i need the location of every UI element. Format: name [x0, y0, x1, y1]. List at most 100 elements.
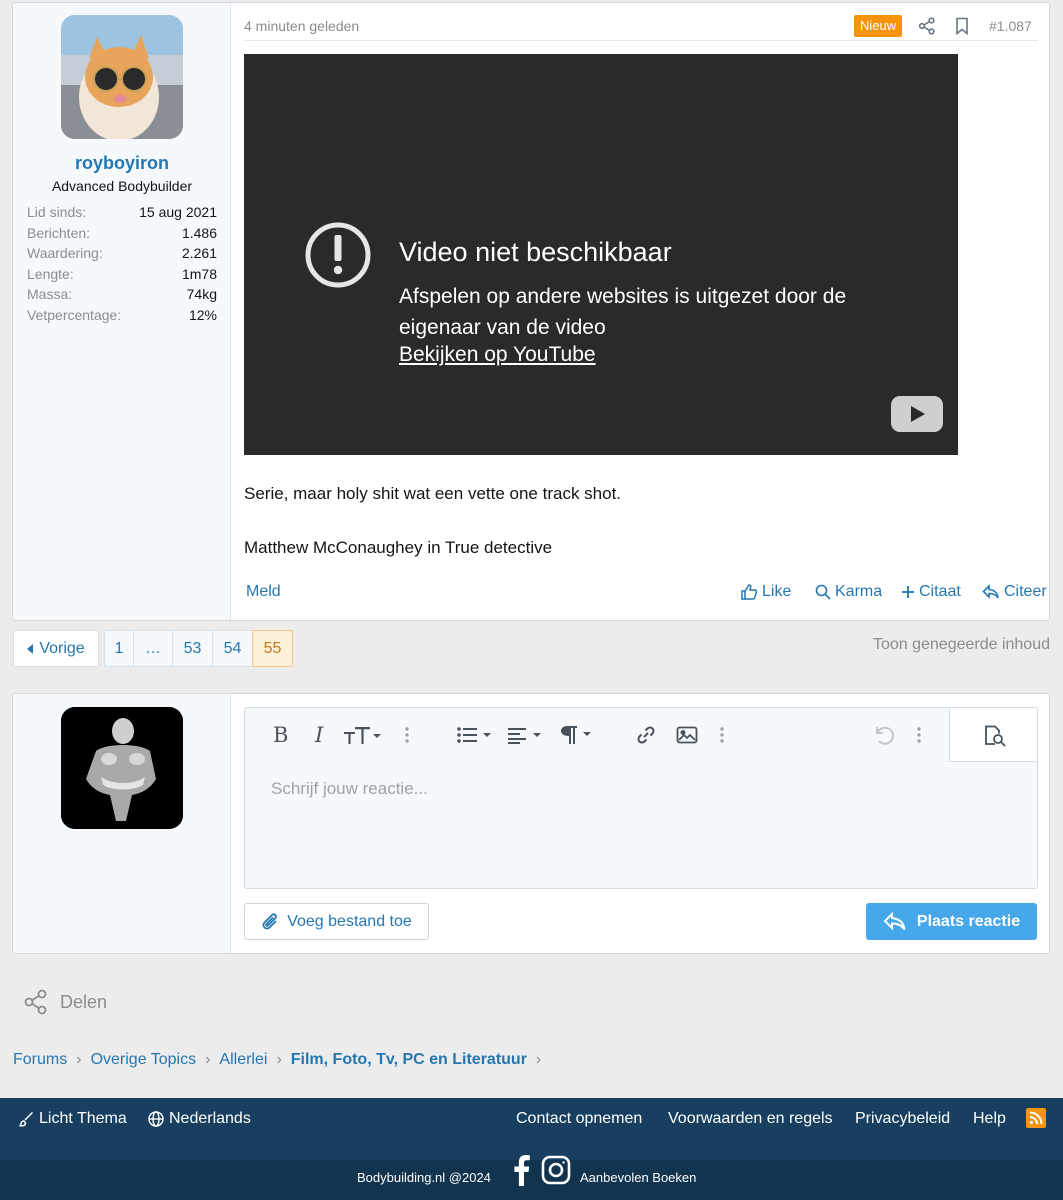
paperclip-icon: [262, 912, 278, 929]
show-ignored-link[interactable]: Toon genegeerde inhoud: [873, 636, 1050, 654]
footer-link-contact[interactable]: Contact opnemen: [516, 1110, 642, 1128]
warning-icon: [304, 221, 372, 289]
language-chooser[interactable]: Nederlands: [148, 1110, 251, 1128]
undo-button[interactable]: [872, 724, 894, 746]
post-content: 4 minuten geleden Nieuw #1.087 Video nie…: [232, 3, 1049, 620]
text-size-button[interactable]: [343, 724, 381, 746]
bold-button[interactable]: B: [273, 723, 288, 747]
facebook-icon[interactable]: [512, 1154, 530, 1191]
user-title: Advanced Bodybuilder: [51, 178, 193, 194]
footer-link-help[interactable]: Help: [973, 1110, 1006, 1128]
page-link[interactable]: 54: [212, 630, 253, 667]
theme-toggle[interactable]: Licht Thema: [18, 1110, 127, 1128]
footer-link-terms[interactable]: Voorwaarden en regels: [668, 1110, 833, 1128]
stat-row: Lid sinds: 15 aug 2021: [27, 202, 217, 223]
instagram-icon[interactable]: [541, 1155, 571, 1190]
align-button[interactable]: [508, 724, 544, 746]
stat-label: Massa:: [27, 286, 73, 302]
preview-button[interactable]: [949, 708, 1037, 762]
search-icon: [815, 584, 831, 600]
like-button[interactable]: Like: [740, 583, 791, 601]
chevron-right-icon: ›: [535, 1051, 542, 1068]
page-link[interactable]: 53: [172, 630, 213, 667]
page-ellipsis[interactable]: …: [133, 630, 173, 667]
user-avatar[interactable]: [61, 15, 183, 139]
link-button[interactable]: [635, 724, 657, 746]
more-options-icon[interactable]: [917, 724, 921, 746]
bookmark-icon[interactable]: [954, 17, 970, 36]
prev-label: Vorige: [39, 639, 85, 657]
rss-icon[interactable]: [1026, 1108, 1046, 1128]
link-icon: [637, 726, 655, 744]
stat-row: Lengte: 1m78: [27, 264, 217, 285]
breadcrumb-item[interactable]: Forums: [13, 1051, 67, 1069]
list-button[interactable]: [457, 724, 493, 746]
chevron-right-icon: ›: [276, 1051, 282, 1068]
video-embed[interactable]: Video niet beschikbaar Afspelen op ander…: [244, 54, 958, 455]
globe-icon: [148, 1111, 164, 1127]
breadcrumb-item[interactable]: Overige Topics: [91, 1051, 197, 1069]
recommended-books-link[interactable]: Aanbevolen Boeken: [580, 1170, 696, 1185]
post-reply-button[interactable]: Plaats reactie: [866, 903, 1037, 940]
italic-button[interactable]: I: [315, 723, 323, 747]
breadcrumb: Forums › Overige Topics › Allerlei › Fil…: [13, 1051, 550, 1069]
align-left-icon: [508, 728, 541, 744]
post-user-sidebar: royboyiron Advanced Bodybuilder Lid sind…: [13, 3, 231, 620]
share-link[interactable]: Delen: [24, 989, 107, 1015]
stat-value: 1.486: [181, 224, 217, 241]
current-user-avatar[interactable]: [61, 707, 183, 829]
stat-label: Vetpercentage:: [27, 306, 122, 323]
image-button[interactable]: [676, 724, 698, 746]
plus-icon: [902, 586, 914, 598]
language-label: Nederlands: [169, 1110, 251, 1127]
share-label: Delen: [60, 991, 108, 1012]
thumbs-up-icon: [741, 584, 758, 600]
undo-icon: [876, 726, 894, 745]
stat-label: Lid sinds:: [27, 204, 87, 220]
video-description: Afspelen op andere websites is uitgezet …: [399, 285, 847, 339]
reply-editor[interactable]: B I Schrijf jouw reactie...: [244, 707, 1038, 889]
youtube-play-icon[interactable]: [891, 396, 943, 432]
post-message-line: Matthew McConaughey in True detective: [244, 538, 553, 557]
reply-quote-button[interactable]: Citeer: [982, 583, 1047, 601]
more-options-icon[interactable]: [405, 724, 409, 746]
text-size-icon: [344, 727, 381, 744]
user-stats: Lid sinds: 15 aug 2021 Berichten: 1.486 Wa…: [27, 202, 217, 325]
breadcrumb-item-current[interactable]: Film, Foto, Tv, PC en Literatuur: [291, 1051, 527, 1069]
caret-left-icon: [27, 643, 34, 654]
youtube-link[interactable]: Bekijken op YouTube: [399, 343, 596, 367]
video-title: Video niet beschikbaar: [399, 237, 672, 267]
stat-value: 1m78: [181, 265, 217, 282]
reply-user-sidebar: [13, 694, 231, 953]
editor-toolbar: B I: [245, 708, 1037, 762]
post-message-line: Serie, maar holy shit wat een vette one …: [244, 484, 622, 503]
post-timestamp[interactable]: 4 minuten geleden: [244, 18, 359, 34]
quote-add-button[interactable]: Citaat: [901, 583, 961, 601]
attach-label: Voeg bestand toe: [287, 912, 412, 930]
copyright: Bodybuilding.nl @2024: [357, 1170, 491, 1185]
page-link[interactable]: 1: [104, 630, 134, 667]
more-options-icon[interactable]: [720, 724, 724, 746]
breadcrumb-item[interactable]: Allerlei: [219, 1051, 267, 1069]
footer-bottom: [0, 1160, 1063, 1200]
username-link[interactable]: royboyiron: [13, 153, 231, 174]
karma-button[interactable]: Karma: [815, 583, 882, 601]
chevron-right-icon: ›: [205, 1051, 211, 1068]
karma-label: Karma: [835, 583, 883, 600]
share-icon[interactable]: [918, 17, 936, 35]
footer-link-privacy[interactable]: Privacybeleid: [855, 1110, 950, 1128]
chevron-right-icon: ›: [76, 1051, 82, 1068]
pagination-prev-button[interactable]: Vorige: [13, 630, 99, 667]
post-reply-label: Plaats reactie: [916, 912, 1021, 930]
reply-quote-label: Citeer: [1004, 583, 1047, 600]
stat-value: 2.261: [181, 245, 217, 261]
paragraph-button[interactable]: [559, 724, 593, 746]
stat-row: Massa: 74kg: [27, 284, 217, 305]
post-number[interactable]: #1.087: [989, 18, 1032, 34]
attach-file-button[interactable]: Voeg bestand toe: [244, 903, 429, 940]
report-link[interactable]: Meld: [246, 583, 281, 601]
header-divider: [244, 40, 1038, 41]
stat-value: 74kg: [186, 286, 217, 302]
page-current[interactable]: 55: [252, 630, 293, 667]
stat-label: Berichten:: [27, 224, 91, 241]
